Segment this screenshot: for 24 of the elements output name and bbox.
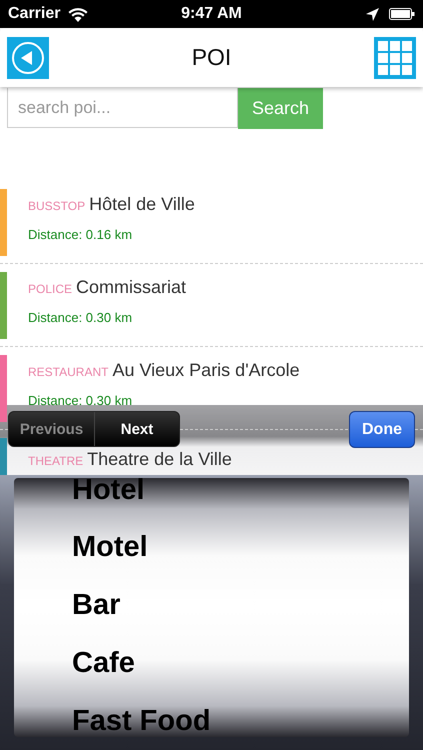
poi-distance: Distance: 0.16 km — [28, 227, 134, 242]
poi-name[interactable]: Theatre de la Ville — [87, 450, 232, 468]
status-time: 9:47 AM — [181, 5, 242, 23]
picker-option[interactable]: Motel — [72, 530, 148, 564]
next-button[interactable]: Next — [94, 412, 179, 446]
picker-option[interactable]: Bar — [72, 588, 120, 622]
poi-category: RESTAURANT — [28, 365, 108, 379]
poi-name[interactable]: Commissariat — [76, 278, 186, 296]
screen-title: POI — [190, 44, 232, 71]
location-arrow-icon — [366, 8, 380, 20]
poi-category: BUSSTOP — [28, 199, 86, 213]
picker-option[interactable]: Fast Food — [72, 704, 211, 737]
battery-icon — [389, 8, 416, 20]
wifi-icon — [68, 6, 88, 22]
poi-category: THEATRE — [28, 454, 84, 468]
poi-name[interactable]: Au Vieux Paris d'Arcole — [112, 361, 300, 379]
poi-distance: Distance: 0.30 km — [28, 393, 134, 408]
poi-category: POLICE — [28, 282, 72, 296]
poi-distance: Distance: 0.30 km — [28, 310, 134, 325]
carrier-label: Carrier — [8, 5, 60, 23]
search-field[interactable]: search poi... — [7, 88, 238, 128]
poi-name[interactable]: Hôtel de Ville — [89, 195, 195, 213]
picker-option[interactable]: Cafe — [72, 646, 135, 680]
done-button[interactable]: Done — [349, 411, 415, 448]
